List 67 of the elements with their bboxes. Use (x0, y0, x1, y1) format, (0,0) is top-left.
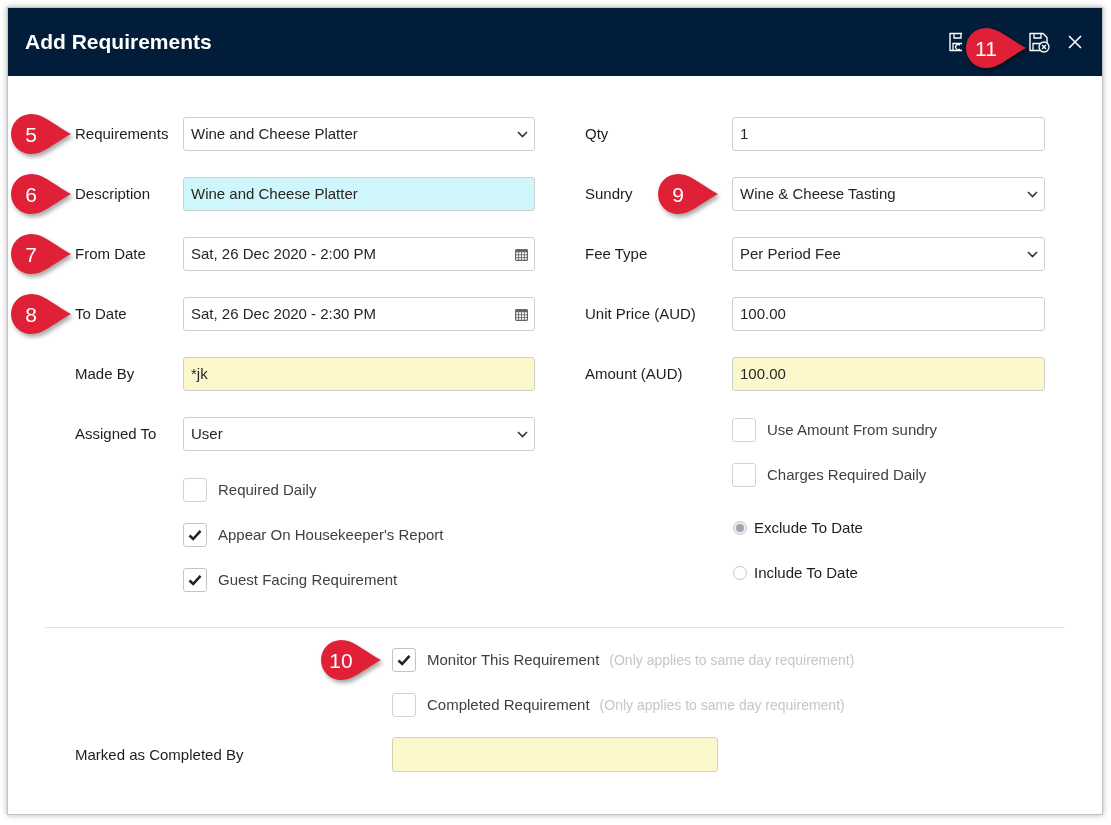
dropdown[interactable]: Wine & Cheese Tasting (732, 177, 1045, 211)
field-label: Made By (75, 365, 135, 382)
field-label: Fee Type (585, 245, 648, 262)
input-field[interactable]: 100.00 (732, 297, 1045, 331)
radio-label: Exclude To Date (754, 517, 863, 538)
dialog-title: Add Requirements (25, 29, 212, 56)
dropdown[interactable]: Per Period Fee (732, 237, 1045, 271)
dropdown[interactable]: Wine and Cheese Platter (183, 117, 535, 151)
dropdown[interactable]: User (183, 417, 535, 451)
callout-badge: 10 (318, 639, 382, 681)
radio-button[interactable] (733, 521, 747, 535)
checkbox[interactable] (392, 693, 416, 717)
close-button[interactable] (1068, 35, 1082, 49)
callout-badge: 8 (8, 293, 72, 335)
hint-text: (Only applies to same day requirement) (609, 650, 855, 670)
calendar-icon (515, 247, 528, 261)
date-field[interactable]: Sat, 26 Dec 2020 - 2:30 PM (183, 297, 535, 331)
callout-badge: 6 (8, 173, 72, 215)
checkbox[interactable] (732, 463, 756, 487)
field-label: Unit Price (AUD) (585, 305, 696, 322)
chevron-down-icon (1027, 190, 1038, 198)
checkbox[interactable] (392, 648, 416, 672)
chevron-down-icon (1027, 250, 1038, 258)
callout-badge: 5 (8, 113, 72, 155)
checkbox[interactable] (183, 568, 207, 592)
date-field[interactable]: Sat, 26 Dec 2020 - 2:00 PM (183, 237, 535, 271)
save-button[interactable] (948, 31, 962, 53)
checkbox-label: Use Amount From sundry (767, 419, 938, 440)
field-label: Assigned To (75, 425, 157, 442)
checkbox[interactable] (183, 478, 207, 502)
chevron-down-icon (517, 430, 528, 438)
field-label: Sundry (585, 185, 633, 202)
calendar-icon (515, 307, 528, 321)
field-label: Amount (AUD) (585, 365, 683, 382)
checkbox-label: Required Daily (218, 479, 317, 500)
floppy-disk-icon (948, 31, 962, 53)
callout-badge: 7 (8, 233, 72, 275)
checkbox-label: Guest Facing Requirement (218, 569, 398, 590)
save-close-button[interactable] (1028, 31, 1050, 53)
checkbox-label: Appear On Housekeeper's Report (218, 524, 444, 545)
callout-badge: 11 (963, 27, 1027, 69)
field-label: To Date (75, 305, 127, 322)
input-field[interactable]: 100.00 (732, 357, 1045, 391)
field-label: From Date (75, 245, 146, 262)
close-icon (1068, 35, 1082, 49)
checkbox-label: Charges Required Daily (767, 464, 927, 485)
input-field[interactable]: 1 (732, 117, 1045, 151)
callout-badge: 9 (655, 173, 719, 215)
checkmark-icon (188, 529, 202, 541)
hint-text: (Only applies to same day requirement) (599, 695, 845, 715)
checkbox-label: Completed Requirement (427, 694, 590, 715)
field-label: Description (75, 185, 151, 202)
checkmark-icon (188, 574, 202, 586)
field-label: Requirements (75, 125, 169, 142)
radio-label: Include To Date (754, 562, 858, 583)
radio-button[interactable] (733, 566, 747, 580)
input-field[interactable]: *jk (183, 357, 535, 391)
chevron-down-icon (517, 130, 528, 138)
field-label: Qty (585, 125, 609, 142)
checkbox-label: Monitor This Requirement (427, 649, 600, 670)
input-field[interactable] (392, 737, 718, 772)
checkmark-icon (397, 654, 411, 666)
checkbox[interactable] (183, 523, 207, 547)
field-label: Marked as Completed By (75, 745, 244, 763)
floppy-disk-cross-icon (1028, 31, 1050, 53)
checkbox[interactable] (732, 418, 756, 442)
input-field[interactable]: Wine and Cheese Platter (183, 177, 535, 211)
